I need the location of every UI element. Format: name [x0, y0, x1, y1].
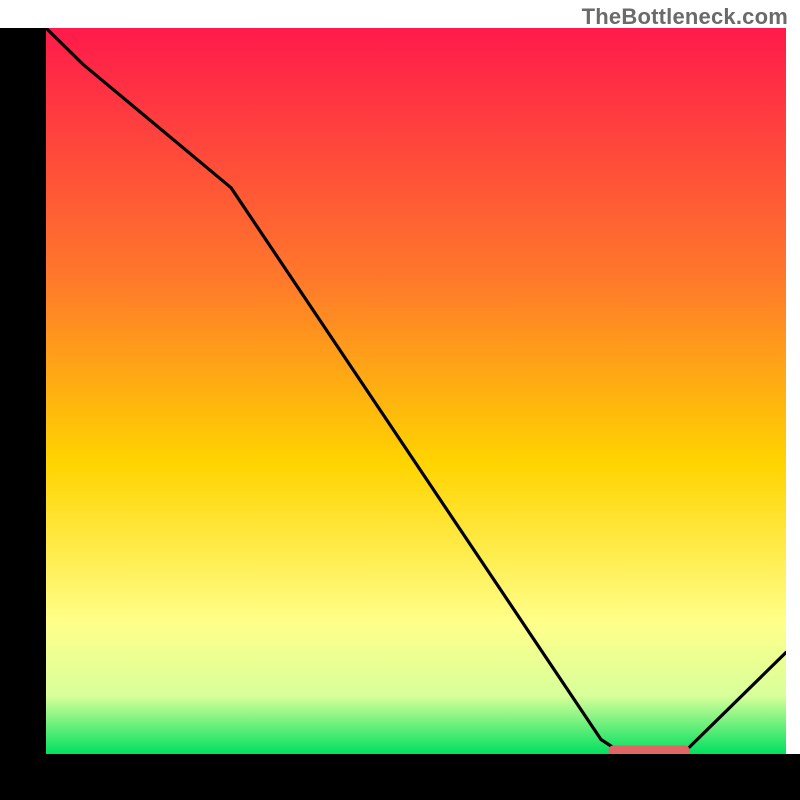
- gradient-background: [46, 28, 786, 754]
- y-axis-bar: [0, 28, 46, 754]
- plot-area: [46, 28, 786, 754]
- chart-svg: [46, 28, 786, 754]
- watermark-text: TheBottleneck.com: [582, 4, 788, 30]
- x-axis-bar: [0, 754, 800, 800]
- optimal-range-marker: [608, 745, 689, 754]
